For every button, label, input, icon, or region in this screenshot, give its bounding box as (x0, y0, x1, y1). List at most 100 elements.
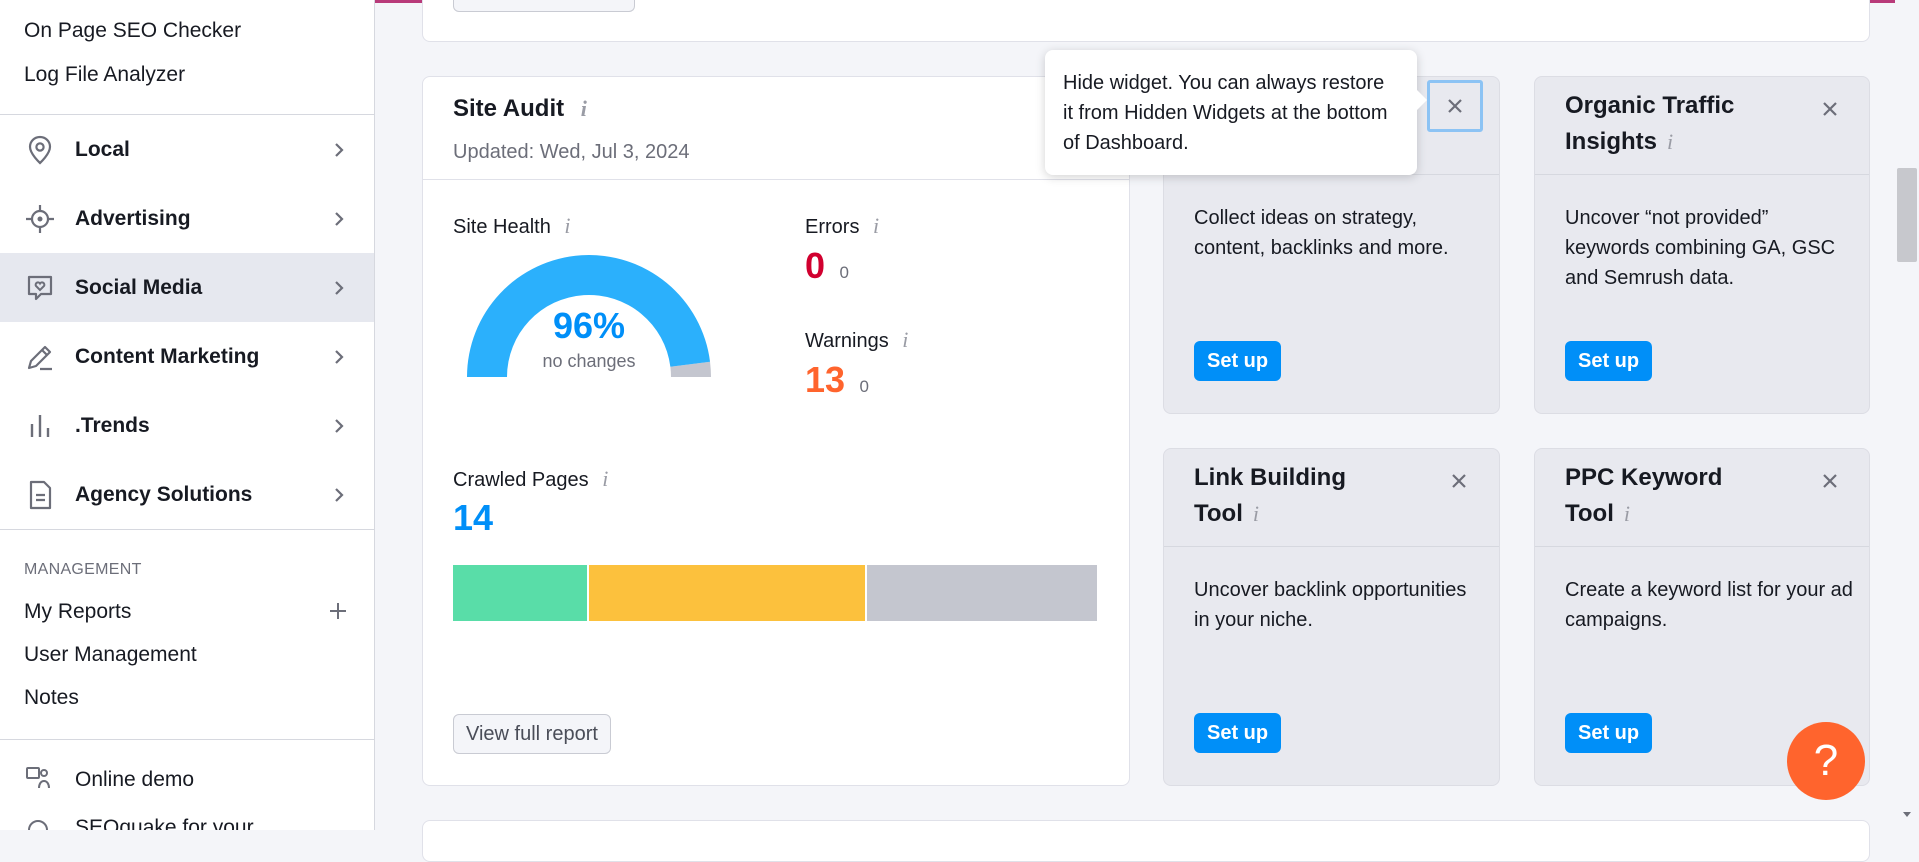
sidebar-item-label: Local (75, 137, 130, 161)
info-icon[interactable]: i (902, 327, 908, 352)
widget-description: Uncover backlink opportunities in your n… (1194, 579, 1467, 631)
setup-button[interactable]: Set up (1565, 713, 1653, 753)
close-icon[interactable] (1448, 470, 1470, 492)
sidebar-link-user-management[interactable]: User Management (24, 643, 197, 667)
sidebar-item-label: Agency Solutions (75, 482, 253, 506)
sidebar-link-notes[interactable]: Notes (24, 686, 79, 710)
setup-button[interactable]: Set up (1194, 341, 1282, 381)
close-icon[interactable] (1819, 98, 1841, 120)
site-health-note: no changes (542, 351, 636, 371)
crawled-pages-segment[interactable] (453, 565, 588, 621)
sidebar-link-log-file-analyzer[interactable]: Log File Analyzer (24, 63, 185, 87)
scrollbar-track[interactable] (1895, 0, 1919, 830)
bar-chart-icon (30, 414, 50, 437)
previous-widget-card (422, 0, 1870, 42)
sidebar-item-label: .Trends (75, 413, 150, 437)
location-pin-icon (28, 135, 52, 164)
widget-title: Link Building (1194, 464, 1346, 491)
warnings-label: Warnings (805, 330, 889, 352)
errors-delta: 0 (839, 263, 849, 282)
presentation-icon (26, 767, 50, 789)
hide-widget-tooltip: Hide widget. You can always restore it f… (1045, 50, 1427, 175)
scroll-down-arrow-icon[interactable] (1900, 808, 1914, 822)
widget-description: Collect ideas on strategy, content, back… (1194, 207, 1449, 259)
view-full-report-button[interactable]: View full report (453, 714, 611, 754)
sidebar-item-online-demo[interactable]: Online demo (0, 760, 374, 800)
card-divider (1535, 174, 1869, 175)
sidebar-divider (0, 739, 374, 740)
sidebar-link-on-page-seo-checker[interactable]: On Page SEO Checker (24, 19, 241, 43)
widget-description: Create a keyword list for your ad campai… (1565, 579, 1853, 631)
widget-title: PPC Keyword (1565, 464, 1723, 491)
site-audit-title[interactable]: Site Audit (453, 95, 564, 122)
info-icon[interactable]: i (564, 213, 570, 238)
help-button[interactable]: ? (1787, 722, 1865, 800)
document-icon (29, 480, 52, 509)
sidebar-item-social-media[interactable]: Social Media (0, 253, 374, 322)
crawled-pages-segment[interactable] (589, 565, 865, 621)
warnings-value[interactable]: 13 (805, 359, 845, 400)
info-icon[interactable]: i (873, 213, 879, 238)
crawled-pages-value[interactable]: 14 (453, 497, 493, 539)
partial-button[interactable] (453, 0, 635, 12)
pencil-icon (27, 345, 52, 370)
chevron-right-icon (335, 211, 344, 226)
widget-title: Tool (1194, 500, 1243, 527)
sidebar-item-agency-solutions[interactable]: Agency Solutions (0, 460, 374, 529)
info-icon[interactable]: i (1667, 129, 1673, 154)
widget-title: Insights (1565, 128, 1658, 155)
widget-title: Organic Traffic (1565, 92, 1735, 119)
info-icon[interactable]: i (602, 466, 608, 491)
chevron-right-icon (335, 142, 344, 157)
management-section-label: MANAGEMENT (24, 561, 142, 578)
sidebar-item-label: Social Media (75, 275, 203, 299)
sidebar-item-content-marketing[interactable]: Content Marketing (0, 322, 374, 391)
sidebar-item-seoquake[interactable]: SEOquake for your (0, 810, 374, 830)
scrollbar-thumb[interactable] (1897, 168, 1917, 262)
crawled-pages-bar (453, 565, 1098, 621)
sidebar-item-label: SEOquake for your (75, 816, 254, 830)
close-icon (1448, 99, 1462, 113)
sidebar-item-trends[interactable]: .Trends (0, 391, 374, 460)
chat-heart-icon (27, 275, 53, 300)
sidebar-link-my-reports[interactable]: My Reports (24, 600, 131, 624)
card-divider (423, 179, 1129, 180)
errors-value[interactable]: 0 (805, 245, 825, 286)
info-icon[interactable]: i (1253, 501, 1259, 526)
chevron-right-icon (335, 280, 344, 295)
plus-icon[interactable] (327, 600, 349, 622)
setup-button[interactable]: Set up (1565, 341, 1653, 381)
sidebar-item-label: Advertising (75, 206, 191, 230)
site-health-label: Site Health (453, 216, 551, 238)
close-icon[interactable] (1819, 470, 1841, 492)
info-icon[interactable]: i (1624, 501, 1630, 526)
sidebar-item-advertising[interactable]: Advertising (0, 184, 374, 253)
sidebar-item-label: Online demo (75, 768, 195, 791)
widget-card-organic-traffic-insights: Organic Traffic Insights i Uncover “not p… (1534, 76, 1870, 414)
chevron-right-icon (335, 349, 344, 364)
crawled-pages-label: Crawled Pages (453, 469, 589, 491)
card-divider (1535, 546, 1869, 547)
sidebar-item-label: Content Marketing (75, 344, 260, 368)
errors-label: Errors (805, 216, 860, 238)
sidebar-divider (0, 529, 374, 530)
site-audit-card: Site Audit i Updated: Wed, Jul 3, 2024 S… (422, 76, 1130, 786)
warnings-delta: 0 (859, 377, 869, 396)
extension-icon (28, 820, 48, 830)
site-audit-updated: Updated: Wed, Jul 3, 2024 (453, 141, 690, 163)
site-health-value: 96% (552, 305, 626, 346)
card-divider (1164, 546, 1499, 547)
widget-description: Uncover “not provided” keywords combinin… (1565, 207, 1836, 289)
setup-button[interactable]: Set up (1194, 713, 1282, 753)
widget-title: Tool (1565, 500, 1614, 527)
widget-card-link-building-tool: Link Building Tool i Uncover backlink opp… (1163, 448, 1500, 786)
target-icon (26, 204, 54, 233)
sidebar-item-local[interactable]: Local (0, 115, 374, 184)
crawled-pages-segment[interactable] (866, 565, 1098, 621)
chevron-right-icon (335, 487, 344, 502)
info-icon[interactable]: i (581, 96, 587, 121)
next-widget-card (422, 820, 1870, 862)
chevron-right-icon (335, 418, 344, 433)
sidebar: On Page SEO Checker Log File Analyzer Lo… (0, 0, 375, 830)
hide-widget-button[interactable] (1427, 80, 1483, 132)
